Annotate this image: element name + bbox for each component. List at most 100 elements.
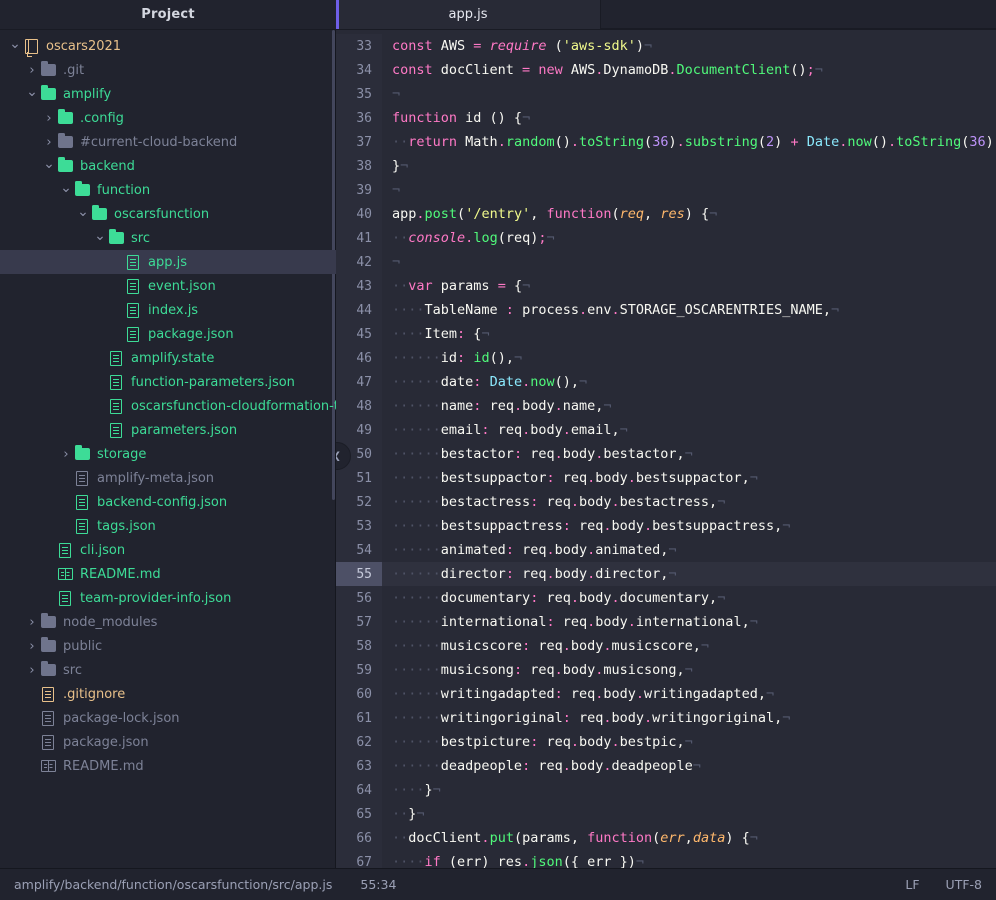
line-number: 64 <box>336 778 382 802</box>
code-line[interactable]: 57 ······international: req.body.internat… <box>336 610 996 634</box>
code-line[interactable]: 42 ¬ <box>336 250 996 274</box>
code-line[interactable]: 53 ······bestsuppactress: req.body.bestsu… <box>336 514 996 538</box>
chevron-right-icon[interactable]: › <box>25 63 39 77</box>
code-line[interactable]: 49 ······email: req.body.email,¬ <box>336 418 996 442</box>
tree-item-current-cloud-backend[interactable]: › #current-cloud-backend <box>0 130 336 154</box>
status-line-ending[interactable]: LF <box>905 877 919 892</box>
code-line-content: ······musicsong: req.body.musicsong,¬ <box>392 662 693 678</box>
tree-item-cli-json[interactable]: cli.json <box>0 538 336 562</box>
tree-item-parameters-json[interactable]: parameters.json <box>0 418 336 442</box>
code-line[interactable]: 59 ······musicsong: req.body.musicsong,¬ <box>336 658 996 682</box>
tree-item-package-json[interactable]: package.json <box>0 322 336 346</box>
code-line[interactable]: 37 ··return Math.random().toString(36).su… <box>336 130 996 154</box>
tree-item-node-modules[interactable]: › node_modules <box>0 610 336 634</box>
tab-app-js[interactable]: app.js <box>336 0 601 29</box>
code-line[interactable]: 54 ······animated: req.body.animated,¬ <box>336 538 996 562</box>
tree-item-label: index.js <box>148 302 199 318</box>
code-line[interactable]: 47 ······date: Date.now(),¬ <box>336 370 996 394</box>
tree-item-label: storage <box>97 446 147 462</box>
tree-item-backend-config-json[interactable]: backend-config.json <box>0 490 336 514</box>
tree-item-label: amplify-meta.json <box>97 470 215 486</box>
tree-item-label: backend <box>80 158 135 174</box>
code-line[interactable]: 61 ······writingoriginal: req.body.writin… <box>336 706 996 730</box>
code-line[interactable]: 51 ······bestsuppactor: req.body.bestsupp… <box>336 466 996 490</box>
chevron-down-icon[interactable]: ⌄ <box>25 85 39 101</box>
tree-item-team-provider-info-json[interactable]: team-provider-info.json <box>0 586 336 610</box>
tree-item-amplify-state[interactable]: amplify.state <box>0 346 336 370</box>
tree-item-public[interactable]: › public <box>0 634 336 658</box>
code-line[interactable]: 64 ····}¬ <box>336 778 996 802</box>
code-line[interactable]: 62 ······bestpicture: req.body.bestpic,¬ <box>336 730 996 754</box>
chevron-down-icon[interactable]: ⌄ <box>93 229 107 245</box>
code-line[interactable]: 33 const AWS = require ('aws-sdk')¬ <box>336 34 996 58</box>
code-line[interactable]: 41 ··console.log(req);¬ <box>336 226 996 250</box>
tree-item-package-json[interactable]: package.json <box>0 730 336 754</box>
code-line[interactable]: 36 function id () {¬ <box>336 106 996 130</box>
tree-item-function-parameters-json[interactable]: function-parameters.json <box>0 370 336 394</box>
tree-item-src[interactable]: › src <box>0 658 336 682</box>
chevron-down-icon[interactable]: ⌄ <box>59 181 73 197</box>
code-line[interactable]: 48 ······name: req.body.name,¬ <box>336 394 996 418</box>
tree-item-storage[interactable]: › storage <box>0 442 336 466</box>
tree-item-function[interactable]: ⌄ function <box>0 178 336 202</box>
line-number: 46 <box>336 346 382 370</box>
tree-item-event-json[interactable]: event.json <box>0 274 336 298</box>
tree-item-backend[interactable]: ⌄ backend <box>0 154 336 178</box>
code-line[interactable]: 55 ······director: req.body.director,¬ <box>336 562 996 586</box>
code-line[interactable]: 50 ······bestactor: req.body.bestactor,¬ <box>336 442 996 466</box>
code-line[interactable]: 44 ····TableName : process.env.STORAGE_OS… <box>336 298 996 322</box>
folder-icon <box>56 133 74 150</box>
tree-item-oscarsfunction-cloudformation-temp[interactable]: oscarsfunction-cloudformation-temp <box>0 394 336 418</box>
code-line[interactable]: 43 ··var params = {¬ <box>336 274 996 298</box>
tree-item-index-js[interactable]: index.js <box>0 298 336 322</box>
folder-icon <box>39 637 57 654</box>
tree-item-config[interactable]: › .config <box>0 106 336 130</box>
file-icon <box>107 350 125 366</box>
tree-item-amplify[interactable]: ⌄ amplify <box>0 82 336 106</box>
code-line[interactable]: 60 ······writingadapted: req.body.writing… <box>336 682 996 706</box>
chevron-right-icon[interactable]: › <box>25 615 39 629</box>
tree-item-gitignore[interactable]: .gitignore <box>0 682 336 706</box>
code-line[interactable]: 38}¬ <box>336 154 996 178</box>
status-encoding[interactable]: UTF-8 <box>946 877 982 892</box>
tree-item-readme-md[interactable]: README.md <box>0 562 336 586</box>
code-line[interactable]: 39 ¬ <box>336 178 996 202</box>
tree-item-tags-json[interactable]: tags.json <box>0 514 336 538</box>
chevron-down-icon[interactable]: ⌄ <box>8 37 22 53</box>
code-line[interactable]: 65 ··}¬ <box>336 802 996 826</box>
code-line[interactable]: 58 ······musicscore: req.body.musicscore,… <box>336 634 996 658</box>
chevron-right-icon[interactable]: › <box>42 135 56 149</box>
chevron-down-icon[interactable]: ⌄ <box>42 157 56 173</box>
code-line[interactable]: 40 app.post('/entry', function(req, res) … <box>336 202 996 226</box>
code-line[interactable]: 66 ··docClient.put(params, function(err,d… <box>336 826 996 850</box>
tree-item-oscars2021[interactable]: ⌄ oscars2021 <box>0 34 336 58</box>
code-line[interactable]: 63 ······deadpeople: req.body.deadpeople¬ <box>336 754 996 778</box>
chevron-down-icon[interactable]: ⌄ <box>76 205 90 221</box>
code-line[interactable]: 52 ······bestactress: req.body.bestactres… <box>336 490 996 514</box>
chevron-right-icon[interactable]: › <box>59 447 73 461</box>
chevron-right-icon[interactable]: › <box>25 663 39 677</box>
code-line-content: ······animated: req.body.animated,¬ <box>392 542 677 558</box>
tree-item-readme-md[interactable]: README.md <box>0 754 336 778</box>
code-line[interactable]: 34 const docClient = new AWS.DynamoDB.Doc… <box>336 58 996 82</box>
code-line[interactable]: 45 ····Item: {¬ <box>336 322 996 346</box>
code-line[interactable]: 35 ¬ <box>336 82 996 106</box>
project-tree[interactable]: ⌄ oscars2021 › .git ⌄ amplify › .config › #curren… <box>0 30 336 868</box>
tree-item-amplify-meta-json[interactable]: amplify-meta.json <box>0 466 336 490</box>
code-line[interactable]: 56 ······documentary: req.body.documentar… <box>336 586 996 610</box>
tree-item-package-lock-json[interactable]: package-lock.json <box>0 706 336 730</box>
tree-item-src[interactable]: ⌄ src <box>0 226 336 250</box>
line-number: 59 <box>336 658 382 682</box>
code-line[interactable]: 67 ····if (err) res.json({ err })¬ <box>336 850 996 868</box>
chevron-right-icon[interactable]: › <box>25 639 39 653</box>
tree-item-oscarsfunction[interactable]: ⌄ oscarsfunction <box>0 202 336 226</box>
code-editor[interactable]: ❮ 33 const AWS = require ('aws-sdk')¬ 34 co… <box>336 30 996 868</box>
tree-item-git[interactable]: › .git <box>0 58 336 82</box>
tree-item-app-js[interactable]: app.js <box>0 250 336 274</box>
chevron-right-icon[interactable]: › <box>42 111 56 125</box>
code-line[interactable]: 46 ······id: id(),¬ <box>336 346 996 370</box>
code-line-content: ······deadpeople: req.body.deadpeople¬ <box>392 758 701 774</box>
status-cursor-position[interactable]: 55:34 <box>360 877 396 892</box>
